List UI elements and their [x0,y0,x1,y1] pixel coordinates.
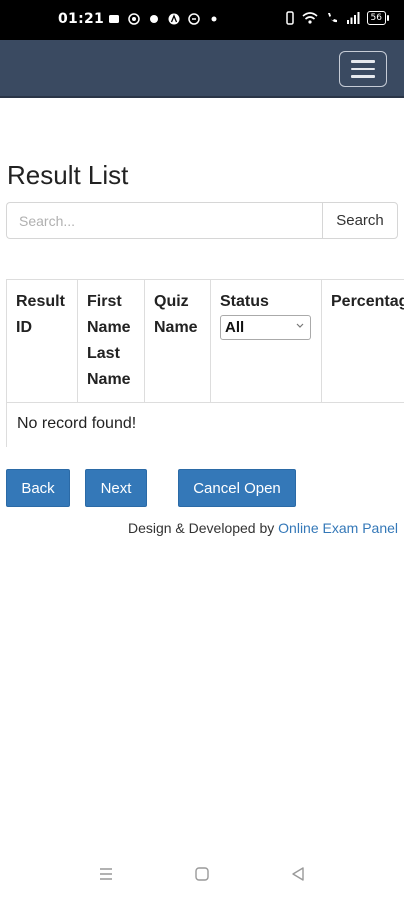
status-bar: 01:21 56 [0,0,404,40]
cancel-open-button[interactable]: Cancel Open [178,469,296,507]
back-button[interactable]: Back [6,469,70,507]
footer-link[interactable]: Online Exam Panel [278,520,398,536]
android-navigation-bar [0,856,404,896]
notification-icons [108,13,220,25]
column-header-quiz-name: Quiz Name [144,279,211,403]
recents-icon[interactable] [98,866,114,882]
next-button[interactable]: Next [85,469,147,507]
column-header-result-id: Result ID [6,279,78,403]
column-header-name: First Name Last Name [77,279,145,403]
whatsapp-icon [128,13,140,25]
chevron-down-icon [296,323,304,328]
search-input[interactable] [6,202,322,239]
table-header-row: Result ID First Name Last Name Quiz Name… [6,279,404,403]
footer-credit: Design & Developed by Online Exam Panel [128,520,398,536]
search-button[interactable]: Search [322,202,398,239]
battery-icon: 56 [366,11,390,25]
empty-state-message: No record found! [6,402,404,447]
message-icon [109,15,119,23]
top-navbar [0,40,404,98]
status-filter-select[interactable]: All [220,315,311,340]
signal-icon [346,12,360,24]
hamburger-line [351,60,375,63]
home-icon[interactable] [194,866,210,882]
wifi-icon [302,12,318,24]
a-icon [168,13,180,25]
hamburger-line [351,67,375,71]
hamburger-line [351,75,375,78]
dot-icon [150,15,158,23]
system-icons: 56 [285,11,390,25]
vibrate-icon [285,11,294,25]
app-icon [188,13,200,25]
status-filter-value: All [225,319,245,336]
hamburger-menu-button[interactable] [339,51,387,87]
column-header-percentage: Percentage [321,279,404,403]
call-icon [327,13,337,23]
status-time: 01:21 [58,11,105,27]
table-row: No record found! [6,402,404,447]
dot-icon [211,16,217,22]
footer-prefix: Design & Developed by [127,520,279,536]
result-table: Result ID First Name Last Name Quiz Name… [6,279,404,447]
search-group: Search [6,202,398,239]
column-header-status: Status All [210,279,322,403]
result-table-container[interactable]: Result ID First Name Last Name Quiz Name… [6,279,404,447]
status-header-label: Status [220,293,269,310]
page-title: Result List [7,160,129,190]
back-icon[interactable] [290,866,306,882]
